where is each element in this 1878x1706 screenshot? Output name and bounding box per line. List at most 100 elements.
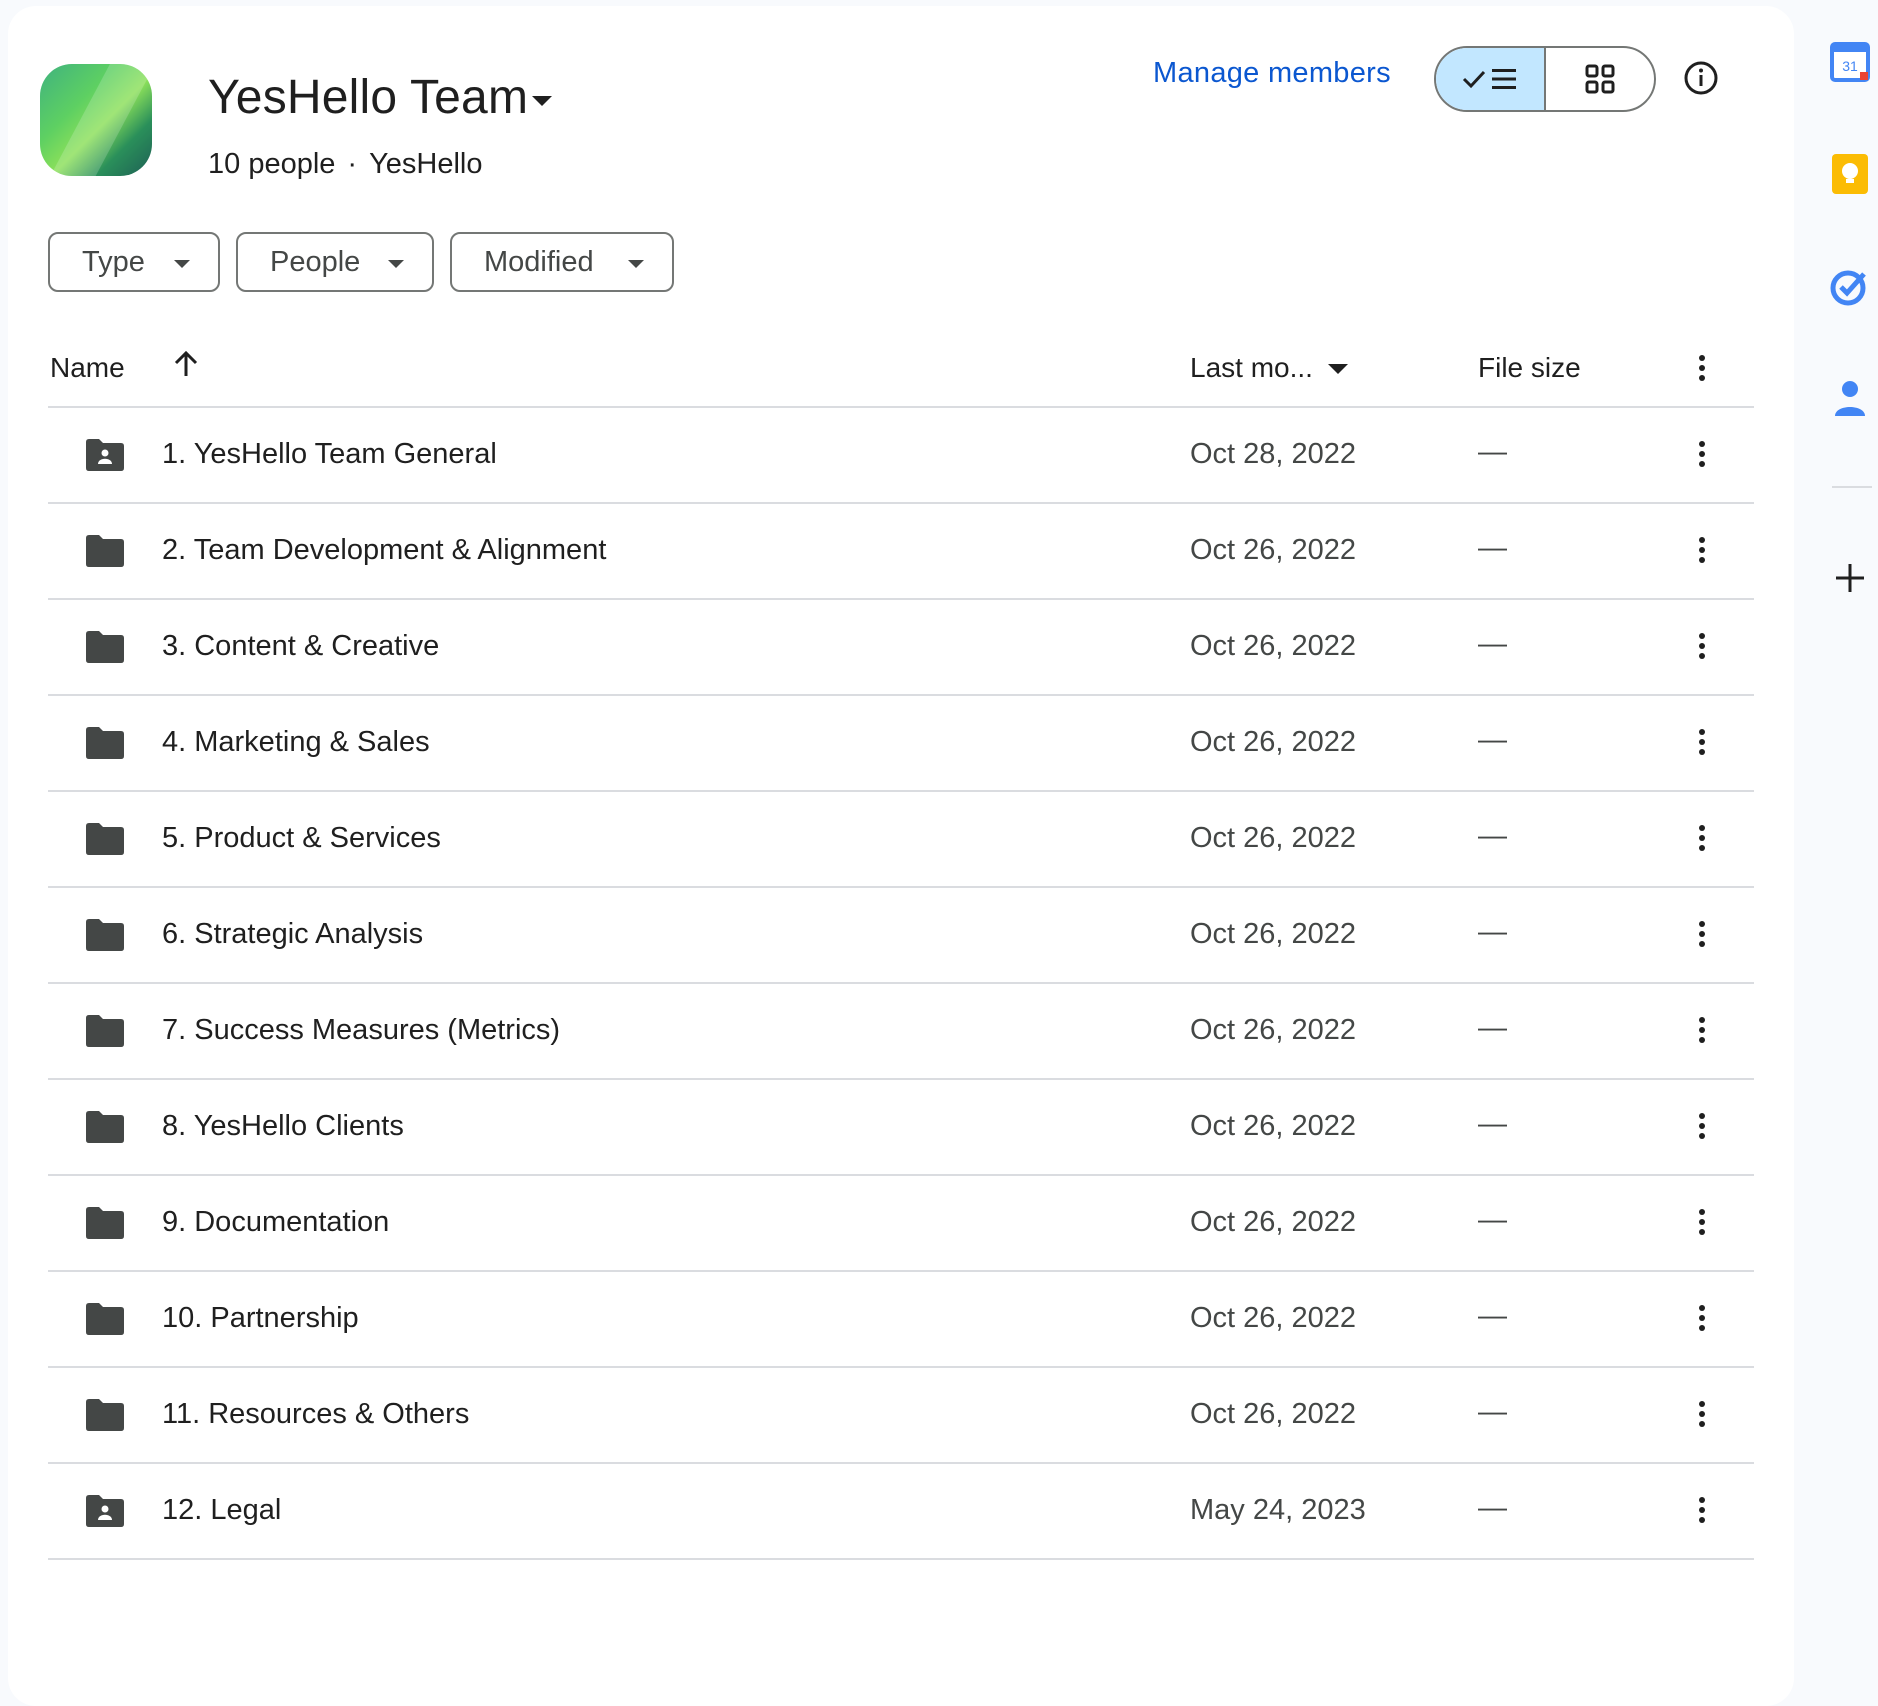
keep-icon[interactable]	[1826, 150, 1874, 198]
contacts-icon[interactable]	[1826, 374, 1874, 422]
file-name[interactable]: 6. Strategic Analysis	[162, 918, 423, 951]
table-row[interactable]: 9. Documentation Oct 26, 2022 —	[48, 1176, 1754, 1272]
file-size: —	[1478, 628, 1507, 660]
folder-icon	[86, 919, 124, 951]
last-modified-date: Oct 28, 2022	[1190, 438, 1357, 470]
more-vert-icon[interactable]	[1686, 438, 1718, 470]
chevron-down-icon	[628, 260, 644, 268]
member-count[interactable]: 10 people	[208, 148, 335, 180]
drive-title[interactable]: YesHello Team	[208, 70, 528, 125]
drive-subtitle: 10 people · YesHello	[208, 148, 482, 181]
modified-filter-chip[interactable]: Modified	[450, 232, 674, 292]
file-size: —	[1478, 820, 1507, 852]
file-size: —	[1478, 1204, 1507, 1236]
folder-icon	[86, 535, 124, 567]
more-vert-icon[interactable]	[1686, 1398, 1718, 1430]
last-modified-date: Oct 26, 2022	[1190, 630, 1357, 662]
grid-icon	[1585, 64, 1615, 94]
table-row[interactable]: 5. Product & Services Oct 26, 2022 —	[48, 792, 1754, 888]
folder-icon	[86, 1207, 124, 1239]
check-list-icon	[1462, 69, 1516, 89]
folder-icon	[86, 1015, 124, 1047]
file-name[interactable]: 1. YesHello Team General	[162, 438, 497, 471]
shared-folder-icon	[86, 439, 124, 471]
file-size: —	[1478, 532, 1507, 564]
column-chevron-down-icon[interactable]	[1328, 364, 1348, 374]
modified-filter-label: Modified	[484, 245, 594, 278]
more-vert-icon[interactable]	[1686, 534, 1718, 566]
folder-icon	[86, 1399, 124, 1431]
table-row[interactable]: 2. Team Development & Alignment Oct 26, 2…	[48, 504, 1754, 600]
file-name[interactable]: 12. Legal	[162, 1494, 281, 1527]
last-modified-date: Oct 26, 2022	[1190, 822, 1357, 854]
table-row[interactable]: 11. Resources & Others Oct 26, 2022 —	[48, 1368, 1754, 1464]
more-vert-icon[interactable]	[1686, 726, 1718, 758]
folder-icon	[86, 823, 124, 855]
table-row[interactable]: 12. Legal May 24, 2023 —	[48, 1464, 1754, 1560]
list-view-button[interactable]	[1436, 48, 1546, 110]
more-vert-icon[interactable]	[1686, 822, 1718, 854]
last-modified-date: Oct 26, 2022	[1190, 534, 1357, 566]
type-filter-chip[interactable]: Type	[48, 232, 220, 292]
separator: ·	[347, 148, 358, 180]
table-row[interactable]: 1. YesHello Team General Oct 28, 2022 —	[48, 408, 1754, 504]
shared-folder-icon	[86, 1495, 124, 1527]
folder-icon	[86, 1111, 124, 1143]
more-vert-icon[interactable]	[1686, 1302, 1718, 1334]
file-size: —	[1478, 436, 1507, 468]
org-name: YesHello	[369, 148, 483, 180]
shared-drive-avatar	[40, 64, 152, 176]
name-column-header[interactable]: Name	[50, 352, 125, 384]
drive-menu-caret-icon[interactable]	[532, 96, 552, 106]
file-name[interactable]: 9. Documentation	[162, 1206, 389, 1239]
more-vert-icon[interactable]	[1686, 1014, 1718, 1046]
file-name[interactable]: 4. Marketing & Sales	[162, 726, 430, 759]
add-icon[interactable]	[1826, 554, 1874, 602]
more-vert-icon[interactable]	[1686, 1494, 1718, 1526]
last-modified-date: Oct 26, 2022	[1190, 1110, 1357, 1142]
file-name[interactable]: 10. Partnership	[162, 1302, 359, 1335]
table-row[interactable]: 4. Marketing & Sales Oct 26, 2022 —	[48, 696, 1754, 792]
table-row[interactable]: 8. YesHello Clients Oct 26, 2022 —	[48, 1080, 1754, 1176]
file-name[interactable]: 7. Success Measures (Metrics)	[162, 1014, 560, 1047]
chevron-down-icon	[174, 260, 190, 268]
file-list: 1. YesHello Team General Oct 28, 2022—2. …	[48, 408, 1754, 1560]
table-row[interactable]: 7. Success Measures (Metrics) Oct 26, 202…	[48, 984, 1754, 1080]
last-modified-date: Oct 26, 2022	[1190, 1398, 1357, 1430]
calendar-icon[interactable]: 31	[1826, 38, 1874, 86]
file-name[interactable]: 2. Team Development & Alignment	[162, 534, 606, 567]
info-icon[interactable]	[1683, 60, 1719, 96]
file-name[interactable]: 5. Product & Services	[162, 822, 441, 855]
more-vert-icon[interactable]	[1686, 352, 1718, 384]
table-row[interactable]: 10. Partnership Oct 26, 2022 —	[48, 1272, 1754, 1368]
view-toggle	[1434, 46, 1656, 112]
folder-icon	[86, 727, 124, 759]
file-size: —	[1478, 1492, 1507, 1524]
more-vert-icon[interactable]	[1686, 630, 1718, 662]
file-size: —	[1478, 1396, 1507, 1428]
grid-view-button[interactable]	[1546, 48, 1654, 110]
sort-ascending-icon[interactable]	[170, 348, 202, 380]
file-name[interactable]: 11. Resources & Others	[162, 1398, 469, 1431]
file-size-column-header[interactable]: File size	[1478, 352, 1581, 384]
more-vert-icon[interactable]	[1686, 1110, 1718, 1142]
last-modified-column-header[interactable]: Last mo...	[1190, 352, 1313, 384]
last-modified-date: May 24, 2023	[1190, 1494, 1366, 1526]
file-size: —	[1478, 916, 1507, 948]
file-size: —	[1478, 1012, 1507, 1044]
manage-members-button[interactable]: Manage members	[1153, 57, 1391, 90]
tasks-icon[interactable]	[1826, 262, 1874, 310]
people-filter-chip[interactable]: People	[236, 232, 434, 292]
chevron-down-icon	[388, 260, 404, 268]
more-vert-icon[interactable]	[1686, 918, 1718, 950]
file-size: —	[1478, 1300, 1507, 1332]
file-size: —	[1478, 724, 1507, 756]
table-row[interactable]: 3. Content & Creative Oct 26, 2022 —	[48, 600, 1754, 696]
file-size: —	[1478, 1108, 1507, 1140]
file-name[interactable]: 8. YesHello Clients	[162, 1110, 404, 1143]
folder-icon	[86, 1303, 124, 1335]
more-vert-icon[interactable]	[1686, 1206, 1718, 1238]
table-row[interactable]: 6. Strategic Analysis Oct 26, 2022 —	[48, 888, 1754, 984]
file-name[interactable]: 3. Content & Creative	[162, 630, 439, 663]
calendar-day: 31	[1842, 58, 1858, 74]
